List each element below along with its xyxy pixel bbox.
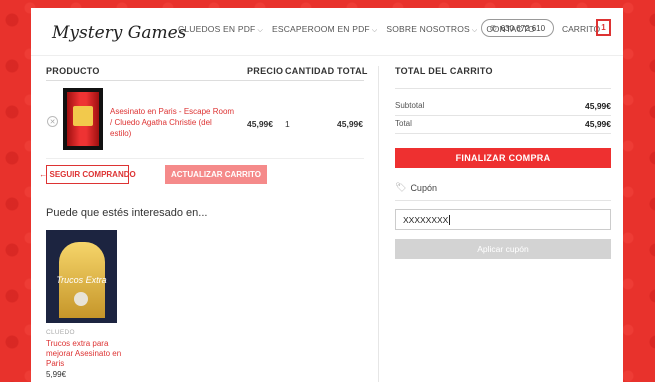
divider [395, 115, 611, 116]
related-title: Puede que estés interesado en... [46, 207, 208, 219]
phone-number: 630 672 610 [500, 23, 546, 33]
text-caret [449, 214, 451, 225]
column-divider [378, 66, 379, 382]
product-thumbnail[interactable] [63, 88, 103, 150]
nav-label: CLUEDOS EN PDF [178, 24, 256, 34]
col-header-quantity: CANTIDAD [285, 66, 335, 76]
chevron-down-icon: ⌵ [371, 27, 378, 34]
divider [46, 80, 364, 81]
update-cart-button[interactable]: ACTUALIZAR CARRITO [165, 165, 267, 184]
phone-icon: ✆ [489, 23, 497, 33]
close-icon: ✕ [49, 118, 56, 126]
site-logo[interactable]: Mystery Games [46, 17, 186, 47]
product-name-link[interactable]: Asesinato en Paris - Escape Room / Clued… [110, 106, 235, 139]
divider [46, 158, 364, 159]
cart-link[interactable]: CARRITO [562, 24, 600, 34]
related-price: 5,99€ [46, 370, 67, 379]
coupon-label: Cupón [410, 182, 437, 193]
product-total: 45,99€ [337, 119, 363, 129]
subtotal-label: Subtotal [395, 101, 425, 110]
nav-label: SOBRE NOSOTROS [386, 24, 470, 34]
stage-image [73, 106, 93, 126]
product-price: 45,99€ [247, 119, 273, 129]
nav-item-cluedos[interactable]: CLUEDOS EN PDF ⌵ [178, 24, 263, 35]
checkout-button[interactable]: FINALIZAR COMPRA [395, 148, 611, 168]
divider [395, 200, 611, 201]
nav-item-about[interactable]: SOBRE NOSOTROS ⌵ [386, 24, 477, 35]
continue-shopping-button[interactable]: ← SEGUIR COMPRANDO [39, 165, 136, 184]
nav-label: ESCAPEROOM EN PDF [271, 24, 370, 34]
cart-totals-title: TOTAL DEL CARRITO [395, 66, 493, 76]
apply-coupon-button[interactable]: Aplicar cupón [395, 239, 611, 259]
logo-text: Mystery Games [52, 23, 187, 43]
coupon-value: XXXXXXXX [403, 214, 449, 225]
cover-text: Trucos Extra [56, 275, 107, 285]
product-quantity[interactable]: 1 [285, 119, 290, 129]
cart-count-badge[interactable]: 1 [596, 19, 611, 36]
divider [395, 88, 611, 89]
tag-icon: 🏷 [395, 182, 407, 192]
chevron-down-icon: ⌵ [471, 27, 478, 34]
subtotal-value: 45,99€ [585, 101, 611, 111]
remove-item-button[interactable]: ✕ [47, 116, 58, 127]
skull-icon [74, 292, 88, 306]
phone-button[interactable]: ✆ 630 672 610 [481, 19, 554, 37]
related-category: CLUEDO [46, 329, 75, 336]
coupon-heading: 🏷 Cupón [395, 182, 437, 193]
total-label: Total [395, 119, 412, 128]
related-product-link[interactable]: Trucos extra para mejorar Asesinato en P… [46, 339, 126, 369]
nav-item-escaperoom[interactable]: ESCAPEROOM EN PDF ⌵ [272, 24, 377, 35]
col-header-product: PRODUCTO [46, 66, 100, 76]
related-product-image[interactable]: Trucos Extra [46, 230, 117, 323]
col-header-price: PRECIO [247, 66, 284, 76]
site-header: Mystery Games CLUEDOS EN PDF ⌵ ESCAPEROOM… [31, 8, 623, 56]
total-value: 45,99€ [585, 119, 611, 129]
chevron-down-icon: ⌵ [257, 27, 263, 34]
divider [395, 133, 611, 134]
col-header-total: TOTAL [337, 66, 368, 76]
page-container: Mystery Games CLUEDOS EN PDF ⌵ ESCAPEROOM… [31, 8, 623, 382]
coupon-input[interactable]: XXXXXXXX [395, 209, 611, 230]
